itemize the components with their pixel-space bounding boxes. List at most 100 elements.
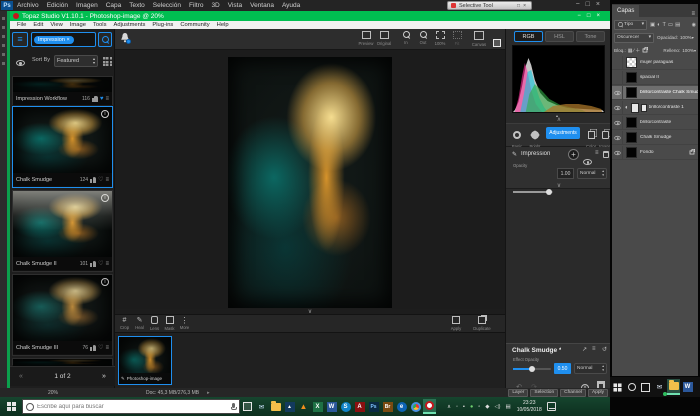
blend-mode-dropdown[interactable]: Normal ▴▾ — [577, 168, 607, 179]
taskbar-file-explorer[interactable] — [269, 399, 282, 414]
close-icon[interactable]: × — [523, 3, 529, 9]
histogram-tab-rgb[interactable]: RGB — [514, 31, 543, 42]
taskbar-word[interactable]: W — [325, 399, 338, 414]
taskbar-edge[interactable]: e — [395, 399, 408, 414]
network-icon[interactable]: ▤ — [506, 404, 511, 410]
plugin-layer-button[interactable]: Layer — [508, 389, 528, 397]
filter-pin-icon[interactable]: ◉ — [692, 22, 696, 28]
bluetooth-icon[interactable]: ▪ — [463, 404, 465, 410]
visibility-toggle[interactable] — [612, 116, 623, 130]
taskbar-bridge[interactable]: Br — [381, 399, 394, 414]
usb-icon[interactable]: ◆ — [485, 404, 489, 410]
sidebar-hamburger-button[interactable]: ≡ — [12, 32, 28, 47]
info-icon[interactable]: i — [101, 194, 109, 202]
effect-menu-icon[interactable]: ≡ — [592, 346, 596, 352]
tz-menu-image[interactable]: Image — [70, 22, 86, 28]
taskbar-mail[interactable]: ✉ — [255, 399, 268, 414]
layer-blend-dropdown[interactable]: Oscurecer ▾ — [614, 33, 654, 43]
zoom-in-button[interactable]: In — [398, 31, 414, 45]
ps-menu-3d[interactable]: 3D — [211, 2, 219, 9]
microphone-icon[interactable] — [231, 403, 235, 410]
taskbar-chrome[interactable] — [409, 399, 422, 414]
lens-tool-button[interactable]: Lens — [148, 316, 161, 331]
layer-thumbnail[interactable] — [626, 72, 637, 83]
lock-all-icon[interactable] — [643, 48, 648, 52]
zoom-level[interactable]: 20% — [48, 390, 58, 396]
tz-menu-help[interactable]: Help — [217, 22, 229, 28]
taskbar-skype[interactable]: S — [339, 399, 352, 414]
minimize-icon[interactable]: − — [577, 13, 587, 19]
zoom-out-button[interactable]: Out — [415, 31, 431, 45]
action-center-icon[interactable] — [547, 402, 556, 411]
search-input[interactable] — [37, 404, 231, 410]
layer-thumbnail[interactable] — [626, 117, 637, 128]
sort-dropdown[interactable]: Featured ▴▾ — [54, 55, 98, 67]
fill-value[interactable]: 100% — [682, 48, 694, 53]
preset-card-chalk-smudge[interactable]: i Chalk Smudge 124 ♡ ≡ — [12, 106, 113, 188]
preset-menu-icon[interactable]: ≡ — [105, 96, 109, 102]
visibility-toggle[interactable] — [612, 101, 623, 115]
antivirus-icon[interactable]: ● — [470, 404, 473, 410]
taskbar2-word[interactable]: W — [681, 379, 694, 395]
plugin-channel-button[interactable]: Channel — [560, 389, 586, 397]
layer-row-mujer-paraguas[interactable]: mujer paraguas — [612, 56, 698, 70]
taskbar-acrobat[interactable]: A — [353, 399, 366, 414]
maximize-icon[interactable]: □ — [586, 1, 596, 8]
effect-opacity-slider[interactable] — [513, 368, 551, 370]
visibility-toggle[interactable] — [612, 71, 623, 85]
basic-button[interactable]: Basic — [508, 126, 526, 149]
layer-mask-thumbnail[interactable] — [631, 103, 639, 113]
tag-close-icon[interactable]: × — [66, 37, 69, 43]
layer-mask-thumbnail[interactable] — [641, 104, 647, 112]
search-tag[interactable]: Impression × — [34, 36, 74, 44]
opacity-slider[interactable] — [513, 191, 553, 193]
task-view-button[interactable] — [241, 399, 254, 414]
notifications-bell[interactable] — [119, 32, 131, 50]
tz-menu-adjustments[interactable]: Adjustments — [113, 22, 145, 28]
taskbar2-mail[interactable]: ✉ — [653, 379, 666, 395]
preview-button[interactable]: Preview — [358, 31, 374, 46]
ps-menu-ayuda[interactable]: Ayuda — [282, 2, 300, 9]
taskbar-photos[interactable]: ▲ — [283, 399, 296, 414]
taskbar-clock[interactable]: 23:23 10/05/2018 — [517, 400, 542, 413]
tz-menu-tools[interactable]: Tools — [93, 22, 107, 28]
effect-blend-dropdown[interactable]: Normal ▴▾ — [574, 363, 607, 374]
tz-menu-plugins[interactable]: Plug-ins — [152, 22, 173, 28]
visibility-toggle[interactable] — [612, 131, 623, 145]
opacity-value[interactable]: 1.00 — [557, 168, 574, 179]
ps-menu-ventana[interactable]: Ventana — [250, 2, 274, 9]
tab-capas[interactable]: Capas — [612, 5, 639, 17]
visibility-eye-icon[interactable] — [583, 159, 592, 165]
taskbar-topaz-active[interactable] — [423, 399, 436, 414]
plugin-selection-button[interactable]: Selection — [530, 389, 558, 397]
topaz-window-controls[interactable]: −□× — [577, 13, 606, 19]
mask-tool-button[interactable]: Mask — [163, 316, 176, 331]
lock-option-icons[interactable]: ▦∕＋ — [628, 47, 642, 54]
plugin-apply-button[interactable]: Apply — [588, 389, 608, 397]
effect-opacity-value[interactable]: 0.50 — [554, 363, 571, 374]
share-icon[interactable]: ↗ — [582, 346, 587, 353]
single-view-toggle[interactable] — [493, 39, 501, 47]
taskbar-photoshop[interactable]: Ps — [367, 399, 380, 414]
layer-row-fondo[interactable]: Fondo — [612, 146, 698, 160]
preset-card-impression-workflow[interactable]: Impression Workflow 116 ♥ ≡ — [12, 76, 113, 105]
heal-tool-button[interactable]: ✎Heal — [133, 316, 146, 330]
panel-collapse-chevron[interactable]: ∧ — [552, 116, 566, 123]
layer-row-brillo-contraste[interactable]: brillo/contraste — [612, 116, 698, 130]
close-icon[interactable]: × — [596, 1, 606, 8]
layer-row-brillo-contraste-1[interactable]: ◐ brillo/contraste 1 — [612, 101, 698, 115]
crop-tool-button[interactable]: #Crop — [118, 316, 131, 330]
effects-search-field[interactable]: Impression × — [31, 32, 96, 47]
original-button[interactable]: Original — [376, 31, 392, 46]
layer-row-brillo-contraste-chalk-smudge-ii[interactable]: brillo/contraste Chalk Smudge II — [612, 86, 698, 100]
ps-menu-archivo[interactable]: Archivo — [17, 2, 39, 9]
hidden-icons-chevron[interactable]: ∧ — [447, 404, 451, 410]
histogram-tab-tone[interactable]: Tone — [576, 31, 605, 42]
reset-icon[interactable]: ↺ — [602, 346, 607, 353]
adjustments-button[interactable]: Adjustments — [546, 127, 580, 139]
search-button[interactable] — [98, 32, 112, 47]
visibility-toggle[interactable] — [612, 56, 623, 70]
favorite-icon[interactable]: ♡ — [98, 261, 103, 267]
cortana-button-2[interactable] — [625, 379, 638, 395]
taskbar-vlc[interactable]: ▲ — [297, 399, 310, 414]
